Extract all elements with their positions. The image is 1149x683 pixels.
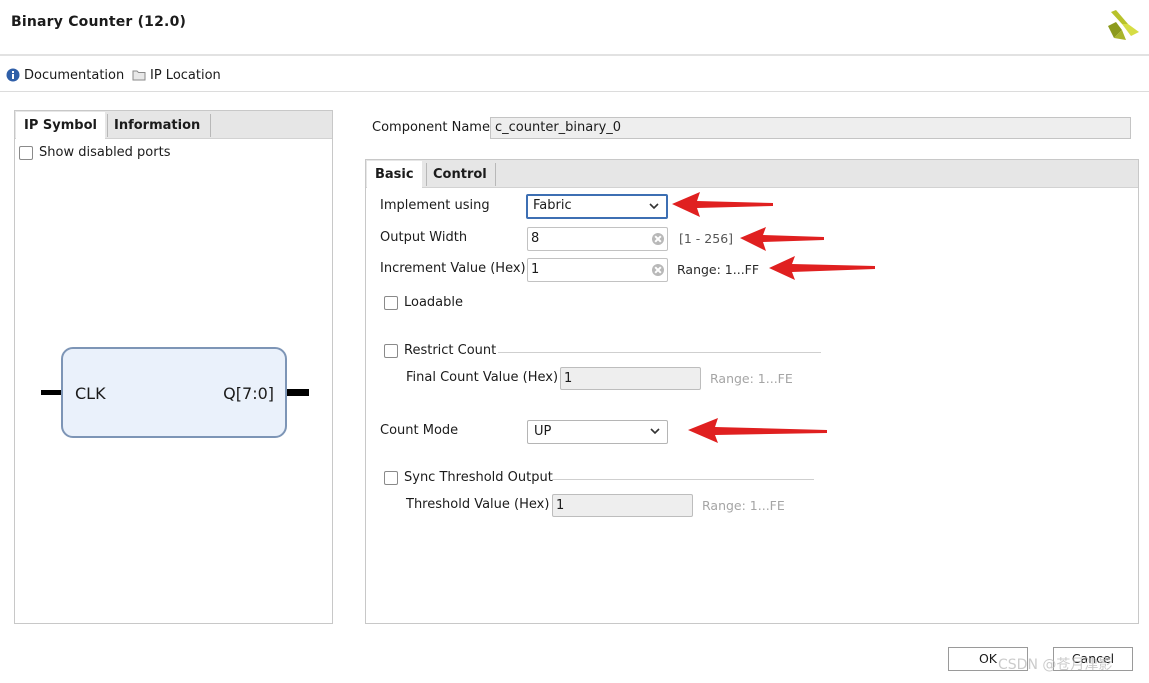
count-mode-value: UP bbox=[534, 424, 552, 439]
dialog-title: Binary Counter (12.0) bbox=[11, 14, 187, 30]
count-mode-label: Count Mode bbox=[380, 423, 459, 438]
tab-separator bbox=[495, 163, 496, 186]
implement-using-label: Implement using bbox=[380, 198, 490, 213]
output-width-label: Output Width bbox=[380, 230, 468, 245]
output-width-input[interactable]: 8 bbox=[527, 227, 668, 251]
loadable-label: Loadable bbox=[404, 295, 464, 310]
tab-ip-symbol[interactable]: IP Symbol bbox=[16, 112, 105, 139]
sync-threshold-label: Sync Threshold Output bbox=[404, 470, 553, 485]
dialog-titlebar: Binary Counter (12.0) bbox=[0, 0, 1149, 56]
xilinx-logo-icon bbox=[1108, 10, 1139, 40]
chevron-down-icon bbox=[650, 428, 660, 435]
clear-icon[interactable] bbox=[652, 233, 664, 245]
show-disabled-ports-row: Show disabled ports bbox=[19, 145, 170, 160]
final-count-value-label: Final Count Value (Hex) bbox=[406, 370, 559, 385]
group-divider bbox=[498, 352, 821, 353]
clk-pin bbox=[41, 390, 61, 395]
final-count-value-input[interactable]: 1 bbox=[560, 367, 701, 390]
sync-threshold-row: Sync Threshold Output bbox=[384, 470, 553, 485]
restrict-count-label: Restrict Count bbox=[404, 343, 497, 358]
output-width-value: 8 bbox=[531, 231, 540, 246]
q-pin bbox=[287, 389, 309, 396]
increment-value-label: Increment Value (Hex) bbox=[380, 261, 526, 276]
implement-using-select[interactable]: Fabric bbox=[526, 194, 668, 219]
annotation-arrow bbox=[769, 256, 875, 280]
clear-icon[interactable] bbox=[652, 264, 664, 276]
tab-information[interactable]: Information bbox=[106, 112, 208, 139]
component-name-input[interactable]: c_counter_binary_0 bbox=[490, 117, 1131, 139]
folder-icon bbox=[132, 70, 146, 81]
q-port-label: Q[7:0] bbox=[223, 384, 274, 403]
watermark: CSDN @苍月津影 bbox=[998, 657, 1113, 673]
ip-location-label: IP Location bbox=[150, 67, 221, 83]
documentation-label: Documentation bbox=[24, 67, 125, 83]
threshold-value-hint: Range: 1...FE bbox=[702, 498, 785, 513]
tab-basic[interactable]: Basic bbox=[367, 161, 422, 188]
info-icon bbox=[6, 68, 20, 82]
chevron-down-icon bbox=[649, 203, 659, 210]
documentation-link[interactable]: Documentation bbox=[6, 66, 124, 84]
tab-control[interactable]: Control bbox=[425, 161, 495, 188]
sync-threshold-checkbox[interactable] bbox=[384, 470, 398, 485]
count-mode-select[interactable]: UP bbox=[527, 420, 668, 444]
group-divider bbox=[552, 479, 814, 480]
left-tabstrip: IP Symbol Information bbox=[15, 111, 332, 139]
implement-using-value: Fabric bbox=[533, 198, 572, 213]
increment-value-hint: Range: 1...FF bbox=[677, 262, 760, 277]
loadable-checkbox[interactable] bbox=[384, 295, 398, 310]
threshold-value-label: Threshold Value (Hex) bbox=[406, 497, 550, 512]
tab-separator bbox=[210, 114, 211, 137]
restrict-count-checkbox[interactable] bbox=[384, 343, 398, 358]
ip-symbol-block: CLK Q[7:0] bbox=[61, 347, 287, 438]
clk-port-label: CLK bbox=[75, 384, 106, 403]
settings-tabstrip: Basic Control bbox=[366, 160, 1138, 188]
ip-symbol-panel: IP Symbol Information Show disabled port… bbox=[14, 110, 333, 624]
annotation-arrow bbox=[740, 227, 824, 251]
show-disabled-ports-checkbox[interactable] bbox=[19, 145, 33, 160]
ip-location-link[interactable]: IP Location bbox=[132, 66, 221, 84]
increment-value-input[interactable]: 1 bbox=[527, 258, 668, 282]
loadable-row: Loadable bbox=[384, 295, 463, 310]
output-width-hint: [1 - 256] bbox=[679, 231, 734, 246]
toolbar: Documentation IP Location bbox=[0, 58, 1149, 92]
threshold-value-input[interactable]: 1 bbox=[552, 494, 693, 517]
increment-value-value: 1 bbox=[531, 262, 540, 277]
component-name-label: Component Name bbox=[372, 120, 490, 135]
final-count-value-hint: Range: 1...FE bbox=[710, 371, 793, 386]
show-disabled-ports-label: Show disabled ports bbox=[39, 145, 171, 160]
restrict-count-row: Restrict Count bbox=[384, 343, 496, 358]
annotation-arrow bbox=[672, 192, 773, 217]
annotation-arrow bbox=[688, 418, 827, 443]
